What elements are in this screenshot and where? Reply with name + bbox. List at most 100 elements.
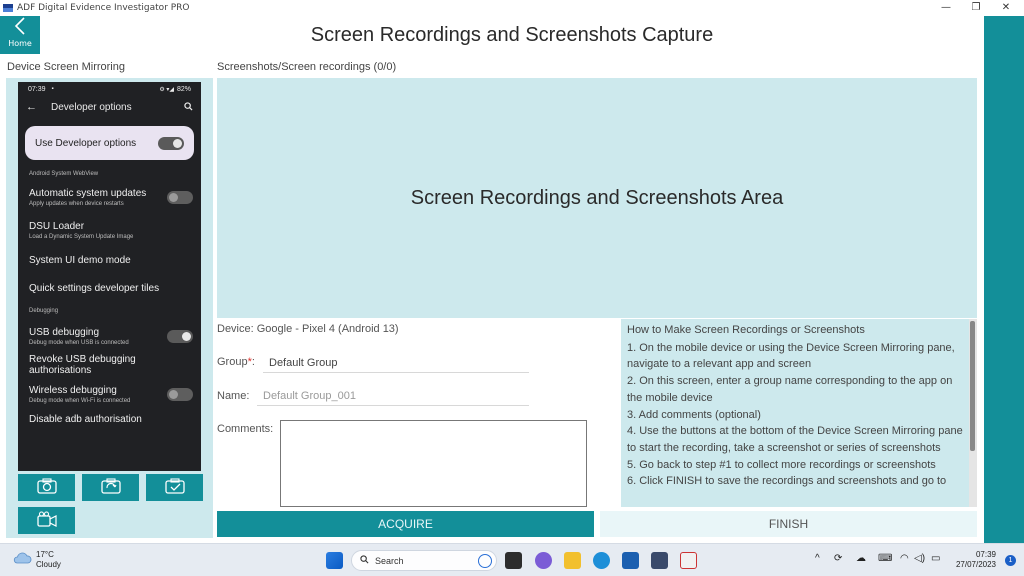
task-view-icon[interactable] bbox=[505, 552, 522, 569]
captures-area-placeholder: Screen Recordings and Screenshots Area bbox=[410, 186, 784, 209]
device-mirror-screen[interactable]: 07:39 ▪ ⚙ ▾◢ 82% ← Developer options Use… bbox=[18, 82, 201, 471]
camera-icon bbox=[36, 477, 57, 498]
windows-start-icon[interactable] bbox=[326, 552, 343, 569]
captures-area: Screen Recordings and Screenshots Area bbox=[217, 78, 977, 318]
taskbar-time: 07:39 bbox=[975, 550, 996, 559]
right-accent-bar bbox=[984, 16, 1024, 543]
setting-subtitle: Load a Dynamic System Update Image bbox=[29, 233, 134, 240]
taskbar-search[interactable]: Search bbox=[351, 550, 497, 571]
phone-time: 07:39 bbox=[28, 85, 46, 93]
taskbar-search-placeholder: Search bbox=[375, 555, 404, 566]
setting-revoke-usb[interactable]: Revoke USB debugging authorisations bbox=[18, 352, 201, 378]
setting-dsu-loader[interactable]: DSU Loader Load a Dynamic System Update … bbox=[18, 214, 201, 246]
weather-temperature: 17°C bbox=[36, 550, 54, 559]
weather-widget[interactable]: 17°C Cloudy bbox=[12, 550, 61, 570]
setting-title: Wireless debugging bbox=[29, 384, 117, 396]
help-step: 5. Go back to step #1 to collect more re… bbox=[627, 458, 936, 471]
wireless-debugging-toggle[interactable] bbox=[167, 387, 193, 401]
setting-title: Quick settings developer tiles bbox=[29, 282, 160, 294]
device-info: Device: Google - Pixel 4 (Android 13) bbox=[217, 323, 399, 335]
tray-overflow-icon[interactable]: ^ bbox=[815, 553, 820, 564]
help-scrollbar[interactable] bbox=[969, 319, 977, 507]
help-step: 2. On this screen, enter a group name co… bbox=[627, 375, 953, 404]
home-label: Home bbox=[8, 39, 32, 48]
developer-options-toggle[interactable] bbox=[158, 136, 184, 150]
group-label-colon: : bbox=[251, 356, 255, 368]
setting-title: Revoke USB debugging authorisations bbox=[29, 354, 136, 376]
signal-icon: ⚙ ▾◢ bbox=[159, 86, 174, 93]
name-input[interactable]: Default Group_001 bbox=[257, 388, 529, 406]
setting-quick-settings-tiles[interactable]: Quick settings developer tiles bbox=[18, 274, 201, 302]
cloud-icon bbox=[12, 551, 32, 570]
phone-status-bar: 07:39 ▪ ⚙ ▾◢ 82% bbox=[18, 82, 201, 96]
comments-textarea[interactable] bbox=[280, 420, 587, 507]
help-panel: How to Make Screen Recordings or Screens… bbox=[621, 319, 969, 507]
setting-automatic-updates[interactable]: Automatic system updates Apply updates w… bbox=[18, 180, 201, 214]
captures-section-label: Screenshots/Screen recordings (0/0) bbox=[217, 61, 397, 73]
camera-check-icon bbox=[164, 477, 186, 499]
comments-label: Comments: bbox=[217, 423, 274, 435]
notification-icon: ▪ bbox=[51, 86, 54, 92]
page-title: Screen Recordings and Screenshots Captur… bbox=[310, 24, 714, 46]
setting-system-ui-demo[interactable]: System UI demo mode bbox=[18, 246, 201, 274]
store-icon[interactable] bbox=[622, 552, 639, 569]
sync-icon[interactable]: ⟳ bbox=[834, 553, 842, 564]
acquire-button[interactable]: ACQUIRE bbox=[217, 511, 594, 537]
file-explorer-icon[interactable] bbox=[564, 552, 581, 569]
use-developer-options-row[interactable]: Use Developer options bbox=[25, 126, 194, 160]
bing-icon bbox=[478, 553, 492, 568]
chat-icon[interactable] bbox=[535, 552, 552, 569]
search-icon[interactable] bbox=[184, 101, 193, 113]
notification-badge[interactable]: 1 bbox=[1005, 555, 1016, 566]
usb-debugging-toggle[interactable] bbox=[167, 329, 193, 343]
screenshot-scroll-button[interactable] bbox=[146, 474, 203, 501]
taskbar-clock[interactable]: 07:39 27/07/2023 bbox=[956, 550, 996, 570]
help-scrollbar-thumb[interactable] bbox=[970, 321, 975, 451]
video-camera-icon bbox=[36, 510, 57, 531]
group-input[interactable]: Default Group bbox=[263, 355, 529, 373]
battery-icon[interactable]: ▭ bbox=[931, 553, 940, 564]
window-titlebar: ADF Digital Evidence Investigator PRO — … bbox=[0, 0, 1024, 16]
mirror-section-label: Device Screen Mirroring bbox=[7, 61, 125, 73]
battery-level: 82% bbox=[176, 85, 191, 93]
back-arrow-icon[interactable]: ← bbox=[26, 101, 37, 113]
volume-icon[interactable]: ◁) bbox=[914, 553, 925, 564]
group-label: Group*: bbox=[217, 356, 255, 368]
home-button[interactable]: Home bbox=[0, 16, 40, 54]
minimize-button[interactable]: — bbox=[930, 0, 962, 16]
caption-webview: Android System WebView bbox=[29, 171, 99, 177]
phone-toolbar-title: Developer options bbox=[51, 101, 132, 113]
snipping-tool-icon[interactable] bbox=[680, 552, 697, 569]
chevron-left-icon bbox=[0, 17, 40, 39]
finish-button[interactable]: FINISH bbox=[600, 511, 977, 537]
keyboard-icon[interactable]: ⌨ bbox=[878, 553, 892, 564]
taskbar-date: 27/07/2023 bbox=[955, 560, 996, 569]
app-logo-icon bbox=[3, 4, 13, 12]
automatic-updates-toggle[interactable] bbox=[167, 190, 193, 204]
help-step: 1. On the mobile device or using the Dev… bbox=[627, 341, 955, 371]
help-step: 6. Click FINISH to save the recordings a… bbox=[627, 475, 947, 488]
setting-usb-debugging[interactable]: USB debugging Debug mode when USB is con… bbox=[18, 320, 201, 352]
help-step: 3. Add comments (optional) bbox=[627, 408, 761, 421]
setting-wireless-debugging[interactable]: Wireless debugging Debug mode when Wi-Fi… bbox=[18, 378, 201, 410]
wifi-icon[interactable]: ◠ bbox=[900, 553, 909, 564]
maximize-button[interactable]: ❐ bbox=[960, 0, 992, 16]
screenshot-series-button[interactable] bbox=[82, 474, 139, 501]
setting-subtitle: Debug mode when Wi-Fi is connected bbox=[29, 397, 131, 404]
cloud-off-icon[interactable]: ☁ bbox=[856, 553, 866, 564]
take-screenshot-button[interactable] bbox=[18, 474, 75, 501]
weather-condition: Cloudy bbox=[36, 560, 61, 569]
help-title: How to Make Screen Recordings or Screens… bbox=[627, 324, 865, 336]
use-developer-options-label: Use Developer options bbox=[35, 137, 137, 149]
record-video-button[interactable] bbox=[18, 507, 75, 534]
setting-title: System UI demo mode bbox=[29, 254, 131, 266]
name-label: Name: bbox=[217, 390, 250, 402]
adf-app-icon[interactable] bbox=[651, 552, 668, 569]
help-step: 4. Use the buttons at the bottom of the … bbox=[627, 425, 963, 454]
setting-disable-adb[interactable]: Disable adb authorisation bbox=[18, 410, 201, 428]
close-button[interactable]: ✕ bbox=[990, 0, 1022, 16]
caption-debugging: Debugging bbox=[29, 308, 59, 314]
edge-browser-icon[interactable] bbox=[593, 552, 610, 569]
setting-title: USB debugging bbox=[29, 326, 100, 338]
group-label-text: Group bbox=[217, 356, 248, 368]
